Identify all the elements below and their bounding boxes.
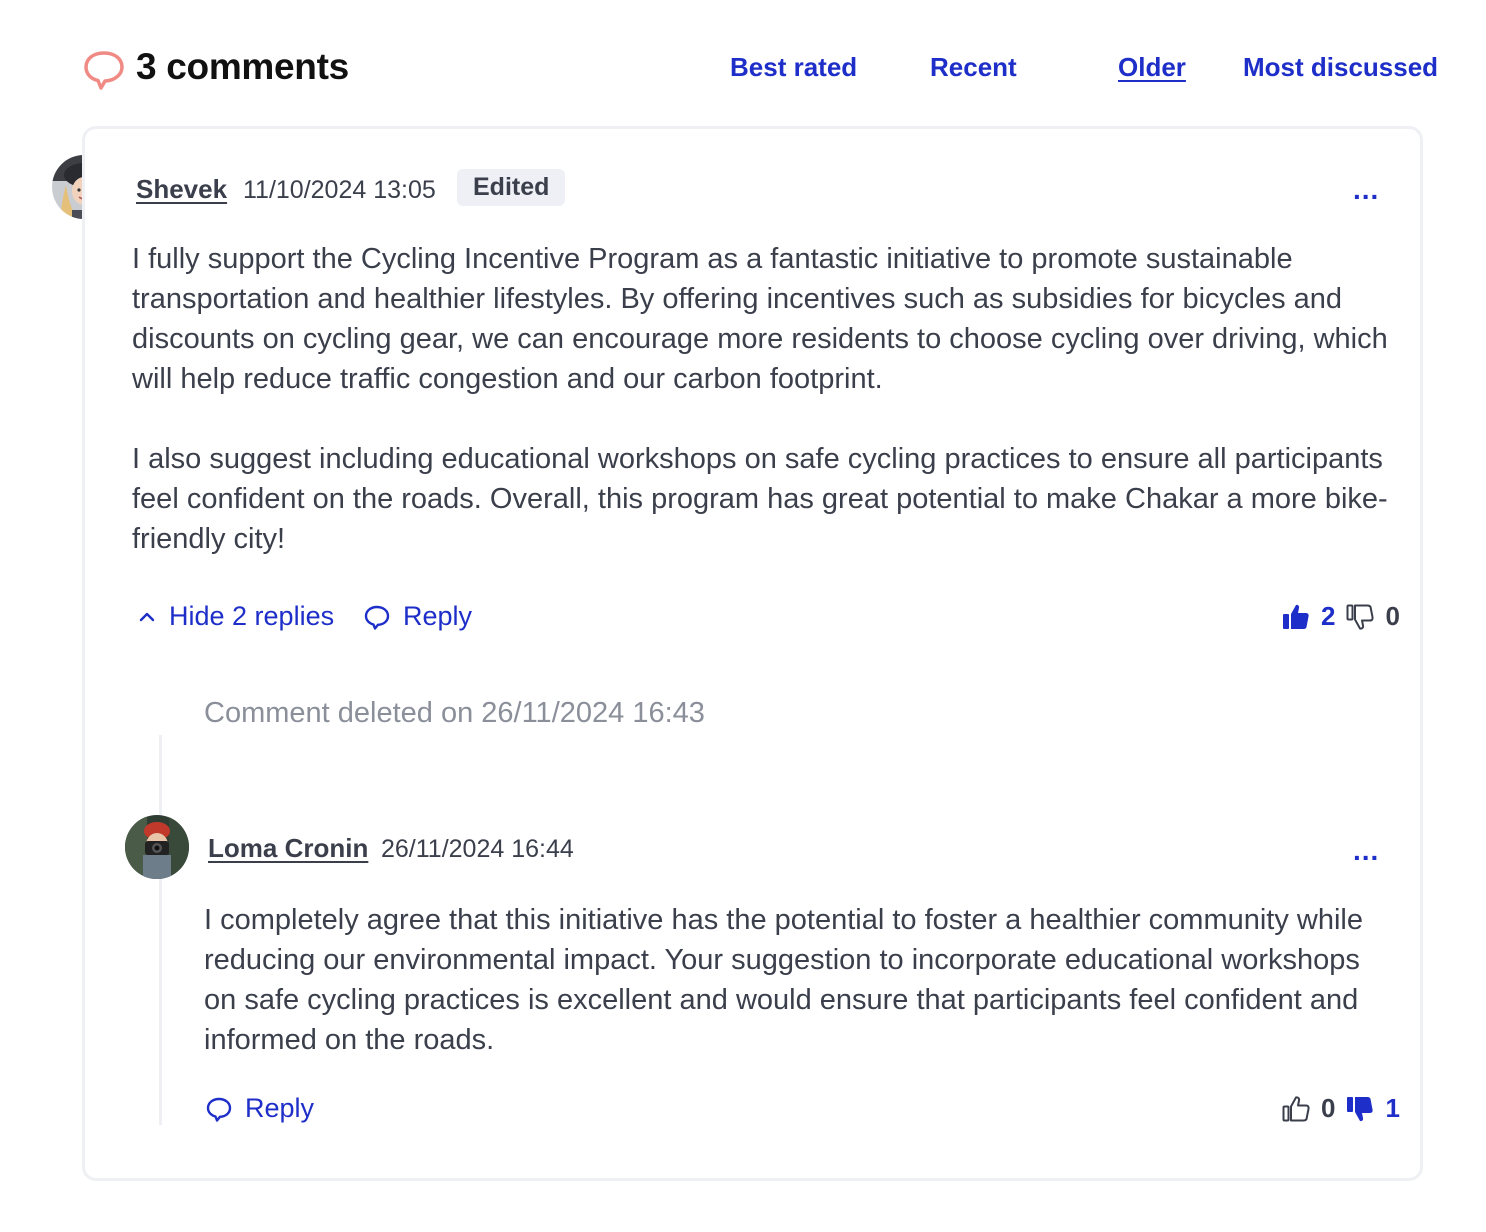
- comment-date: 11/10/2024 13:05: [243, 176, 436, 204]
- upvote-count: 2: [1321, 601, 1336, 631]
- downvote-button[interactable]: [1345, 602, 1375, 632]
- reply-button[interactable]: Reply: [363, 601, 472, 632]
- deleted-comment-notice: Comment deleted on 26/11/2024 16:43: [204, 697, 705, 729]
- comment-author[interactable]: Shevek: [136, 174, 227, 205]
- speech-bubble-icon: [84, 51, 124, 90]
- reply-button[interactable]: Reply: [205, 1093, 314, 1124]
- comment-body: I fully support the Cycling Incentive Pr…: [132, 239, 1402, 559]
- sort-older[interactable]: Older: [1118, 52, 1186, 83]
- hide-replies-button[interactable]: Hide 2 replies: [137, 601, 334, 632]
- comments-header: 3 comments Best rated Recent Older Most …: [82, 44, 1438, 94]
- reply-label: Reply: [403, 601, 473, 631]
- thumbs-down-icon: [1346, 604, 1375, 630]
- reply-author[interactable]: Loma Cronin: [208, 833, 368, 864]
- comment-paragraph: I also suggest including educational wor…: [132, 443, 1388, 555]
- thumbs-up-icon: [1283, 604, 1309, 629]
- comments-count: 3 comments: [136, 46, 349, 87]
- downvote-count: 1: [1385, 1093, 1400, 1123]
- upvote-button[interactable]: [1281, 1094, 1311, 1124]
- speech-bubble-icon: [206, 1097, 232, 1122]
- thumbs-up-icon: [1282, 1095, 1310, 1121]
- reply-votes: 0 1: [1281, 1093, 1400, 1124]
- reply-options-button[interactable]: ...: [1353, 835, 1379, 867]
- edited-badge: Edited: [457, 169, 566, 206]
- downvote-count: 0: [1385, 601, 1400, 631]
- upvote-count: 0: [1321, 1093, 1336, 1123]
- speech-bubble-icon: [364, 605, 390, 630]
- upvote-button[interactable]: [1281, 602, 1311, 632]
- reply-date: 26/11/2024 16:44: [381, 835, 574, 863]
- chevron-up-icon: [139, 612, 155, 621]
- reply-paragraph: I completely agree that this initiative …: [204, 904, 1363, 1056]
- comment-votes: 2 0: [1281, 601, 1400, 632]
- reply-body: I completely agree that this initiative …: [204, 900, 1384, 1060]
- downvote-button[interactable]: [1345, 1094, 1375, 1124]
- thread-line: [159, 735, 162, 1125]
- comment-options-button[interactable]: ...: [1353, 174, 1379, 206]
- thumbs-down-icon: [1347, 1096, 1374, 1121]
- sort-most-discussed[interactable]: Most discussed: [1243, 52, 1438, 83]
- comment-paragraph: I fully support the Cycling Incentive Pr…: [132, 243, 1388, 395]
- avatar-image: [125, 815, 189, 879]
- sort-best-rated[interactable]: Best rated: [730, 52, 857, 83]
- reply-label: Reply: [245, 1093, 315, 1123]
- sort-recent[interactable]: Recent: [930, 52, 1017, 83]
- hide-replies-label: Hide 2 replies: [169, 601, 335, 631]
- avatar-loma-cronin[interactable]: [125, 815, 189, 879]
- comment-card: Shevek 11/10/2024 13:05 Edited ... I ful…: [82, 126, 1423, 1181]
